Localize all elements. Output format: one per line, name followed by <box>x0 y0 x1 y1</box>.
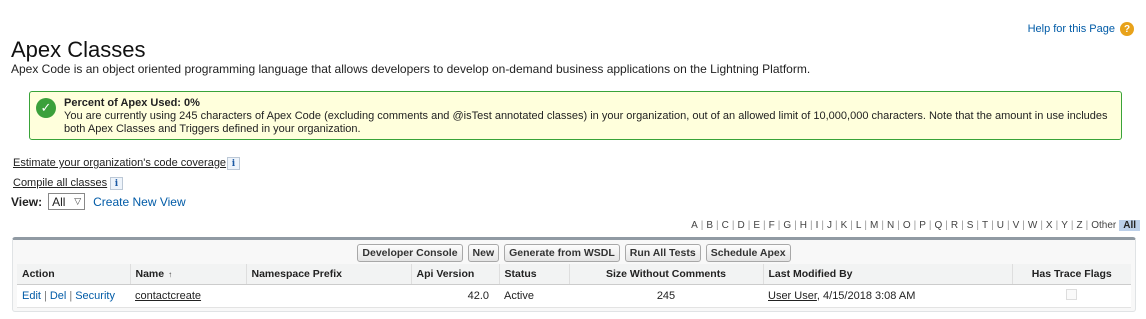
delete-link[interactable]: Del <box>50 290 67 302</box>
page-description: Apex Code is an object oriented programm… <box>11 62 811 76</box>
last-modified-cell: User User, 4/15/2018 3:08 AM <box>763 284 1012 308</box>
generate-from-wsdl-button[interactable]: Generate from WSDL <box>504 244 620 262</box>
class-name-link[interactable]: contactcreate <box>135 290 201 302</box>
schedule-apex-button[interactable]: Schedule Apex <box>705 244 791 262</box>
table-row: Edit | Del | Security contactcreate 42.0 Act… <box>17 284 1131 308</box>
alpha-filter-x[interactable]: X <box>1045 220 1054 231</box>
new-button[interactable]: New <box>467 244 500 262</box>
view-select[interactable]: All ▽ <box>48 193 86 210</box>
column-has-trace-flags[interactable]: Has Trace Flags <box>1011 264 1131 285</box>
alpha-filter-b[interactable]: B <box>705 220 714 231</box>
usage-detail-line-2: both Apex Classes and Triggers defined i… <box>64 123 361 135</box>
status-cell: Active <box>499 284 569 308</box>
security-link[interactable]: Security <box>75 290 115 302</box>
alpha-filter-a[interactable]: A <box>690 220 699 231</box>
help-icon[interactable]: ? <box>1120 22 1134 36</box>
alpha-filter-o[interactable]: O <box>902 220 912 231</box>
create-new-view-link[interactable]: Create New View <box>93 195 185 209</box>
usage-detail-line-1: You are currently using 245 characters o… <box>64 110 1108 122</box>
row-actions: Edit | Del | Security <box>17 284 130 308</box>
api-version-cell: 42.0 <box>411 284 499 308</box>
alpha-filter-n[interactable]: N <box>886 220 895 231</box>
alpha-filter-c[interactable]: C <box>721 220 730 231</box>
alpha-filter-j[interactable]: J <box>826 220 833 231</box>
column-api-version[interactable]: Api Version <box>410 264 499 285</box>
size-cell: 245 <box>569 284 763 308</box>
alpha-filter-t[interactable]: T <box>981 220 989 231</box>
alpha-filter-r[interactable]: R <box>950 220 959 231</box>
table-header-row: Action Name ↑ Namespace Prefix Api Versio… <box>17 264 1131 285</box>
alpha-filter-p[interactable]: P <box>918 220 927 231</box>
alpha-filter-other[interactable]: Other <box>1090 220 1117 231</box>
column-size-without-comments[interactable]: Size Without Comments <box>568 264 763 285</box>
usage-title: Percent of Apex Used: 0% <box>64 97 200 109</box>
check-icon: ✓ <box>36 98 56 118</box>
list-button-bar: Developer Console New Generate from WSDL… <box>13 244 1135 262</box>
alpha-filter-v[interactable]: V <box>1012 220 1021 231</box>
view-label: View: <box>11 194 43 209</box>
trace-flags-checkbox <box>1066 288 1077 300</box>
view-selected-value: All <box>52 194 66 209</box>
alpha-filter-y[interactable]: Y <box>1060 220 1069 231</box>
alpha-filter-s[interactable]: S <box>966 220 975 231</box>
namespace-prefix-cell <box>246 284 411 308</box>
alpha-filter-m[interactable]: M <box>869 220 879 231</box>
trace-flags-cell <box>1012 284 1131 308</box>
developer-console-button[interactable]: Developer Console <box>357 244 463 262</box>
alphabet-filter: A | B | C | D | E | F | G | H | I | J | K | L | M | N | O | P | Q | R | S | T |… <box>690 220 1140 231</box>
alpha-filter-q[interactable]: Q <box>934 220 944 231</box>
chevron-down-icon: ▽ <box>74 196 82 206</box>
alpha-filter-all[interactable]: All <box>1119 220 1140 231</box>
run-all-tests-button[interactable]: Run All Tests <box>624 244 701 262</box>
alpha-filter-e[interactable]: E <box>752 220 761 231</box>
alpha-filter-h[interactable]: H <box>799 220 808 231</box>
compile-info-icon[interactable]: i <box>110 177 123 190</box>
alpha-filter-u[interactable]: U <box>996 220 1005 231</box>
estimate-code-coverage-link[interactable]: Estimate your organization's code covera… <box>13 157 226 169</box>
help-link-label[interactable]: Help for this Page <box>1028 23 1115 35</box>
help-for-page-link[interactable]: Help for this Page ? <box>1028 22 1134 36</box>
column-namespace-prefix[interactable]: Namespace Prefix <box>245 264 411 285</box>
edit-link[interactable]: Edit <box>22 290 41 302</box>
page-title: Apex Classes <box>11 36 146 62</box>
alpha-filter-d[interactable]: D <box>737 220 746 231</box>
modified-by-user-link[interactable]: User User <box>768 290 817 302</box>
apex-class-list-panel: Developer Console New Generate from WSDL… <box>12 237 1136 312</box>
alpha-filter-f[interactable]: F <box>768 220 776 231</box>
column-status[interactable]: Status <box>498 264 569 285</box>
sort-ascending-icon[interactable]: ↑ <box>168 270 172 279</box>
compile-all-classes-link[interactable]: Compile all classes <box>13 177 107 189</box>
apex-usage-message: ✓ Percent of Apex Used: 0% You are curre… <box>29 91 1122 140</box>
alpha-filter-g[interactable]: G <box>782 220 792 231</box>
column-action: Action <box>17 264 130 285</box>
column-name-label[interactable]: Name <box>136 268 165 280</box>
alpha-filter-l[interactable]: L <box>855 220 863 231</box>
apex-classes-table: Action Name ↑ Namespace Prefix Api Versio… <box>17 264 1131 308</box>
alpha-filter-w[interactable]: W <box>1027 220 1038 231</box>
alpha-filter-z[interactable]: Z <box>1075 220 1083 231</box>
column-last-modified-by[interactable]: Last Modified By <box>762 264 1012 285</box>
coverage-info-icon[interactable]: i <box>227 157 240 170</box>
view-selector-row: View: All ▽ Create New View <box>11 193 186 210</box>
alpha-filter-k[interactable]: K <box>840 220 849 231</box>
modified-date: , 4/15/2018 3:08 AM <box>816 289 916 302</box>
column-name[interactable]: Name ↑ <box>129 264 246 285</box>
